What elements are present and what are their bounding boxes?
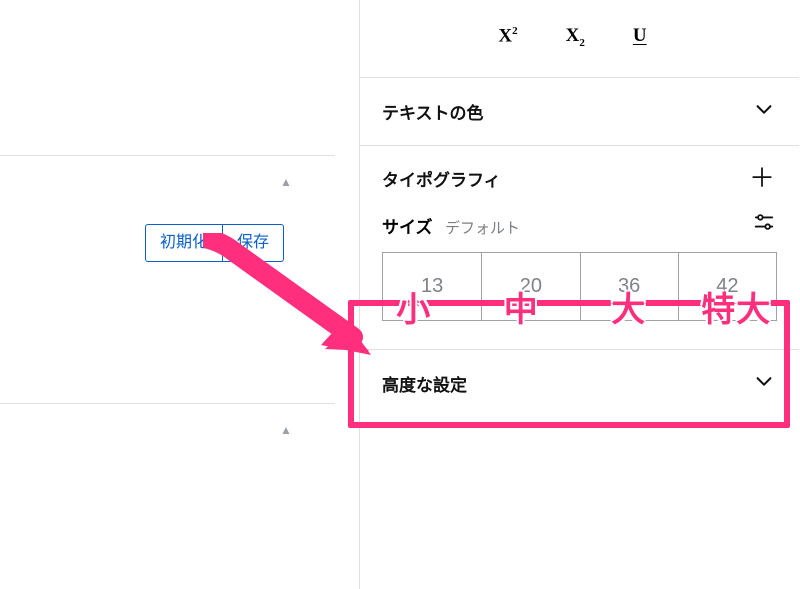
text-format-toolbar: X2 X2 U	[330, 0, 799, 77]
font-size-option[interactable]: 20	[481, 253, 579, 320]
panel-text-color[interactable]: テキストの色	[360, 77, 799, 145]
font-size-option[interactable]: 36	[580, 253, 678, 320]
plus-icon: ＋	[749, 171, 775, 187]
underline-button[interactable]: U	[633, 26, 647, 49]
left-area: ▲ 初期化 保存 ▲	[0, 0, 335, 589]
settings-sidebar: X2 X2 U テキストの色 タイポグラフィ ＋ サイズ デフォルト	[359, 0, 799, 589]
font-size-label: サイズ	[382, 218, 433, 237]
panel-typography-header[interactable]: タイポグラフィ ＋	[360, 166, 799, 211]
panel-text-color-label: テキストの色	[382, 99, 484, 124]
divider	[0, 403, 335, 404]
superscript-button[interactable]: X2	[498, 26, 517, 49]
divider	[0, 155, 335, 156]
font-size-header: サイズ デフォルト	[360, 211, 799, 252]
chevron-down-icon	[753, 370, 775, 397]
collapse-up-icon[interactable]: ▲	[280, 175, 292, 189]
panel-advanced[interactable]: 高度な設定	[360, 349, 799, 417]
action-button-row: 初期化 保存	[145, 224, 284, 262]
reset-button[interactable]: 初期化	[145, 224, 223, 262]
font-size-default: デフォルト	[445, 220, 520, 237]
font-size-option[interactable]: 13	[383, 253, 481, 320]
panel-typography-label: タイポグラフィ	[382, 166, 501, 191]
panel-advanced-label: 高度な設定	[382, 371, 467, 396]
sliders-icon[interactable]	[753, 211, 775, 233]
save-button[interactable]: 保存	[223, 224, 284, 262]
subscript-button[interactable]: X2	[566, 26, 585, 49]
font-size-segmented: 13 20 36 42	[382, 252, 777, 321]
font-size-option[interactable]: 42	[678, 253, 776, 320]
chevron-down-icon	[753, 98, 775, 125]
collapse-up-icon[interactable]: ▲	[280, 423, 292, 437]
panel-typography: タイポグラフィ ＋ サイズ デフォルト 13 20 36 42	[360, 145, 799, 349]
